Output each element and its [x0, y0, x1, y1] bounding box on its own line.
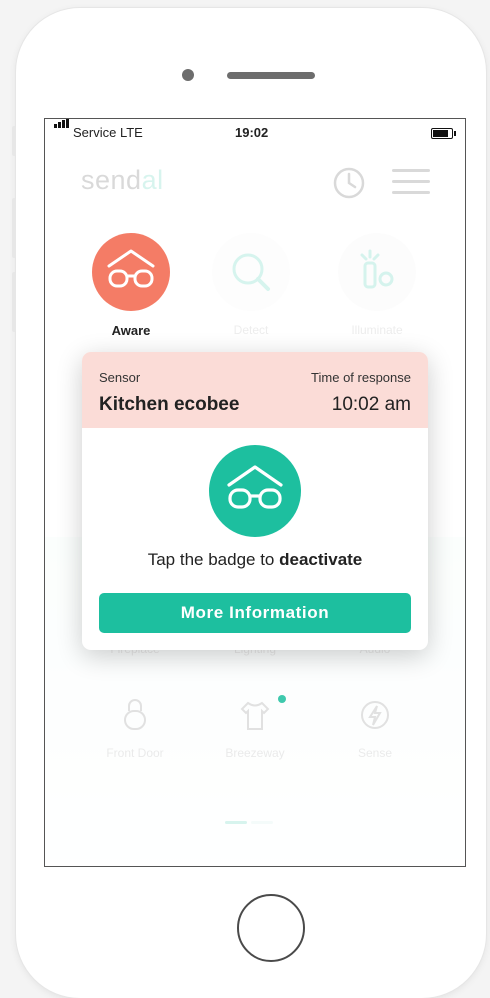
sensor-label: Sensor: [99, 370, 141, 385]
lights-icon: [360, 249, 394, 289]
more-information-button[interactable]: More Information: [99, 593, 411, 633]
page-indicator-active: [225, 821, 247, 824]
popup-header: Sensor Time of response Kitchen ecobee 1…: [82, 352, 428, 428]
home-button[interactable]: [237, 894, 305, 962]
front-camera: [182, 69, 194, 81]
earpiece-speaker: [227, 72, 315, 79]
magnifier-icon: [232, 253, 270, 291]
tile-sense[interactable]: Sense: [315, 697, 435, 760]
deactivate-word: deactivate: [279, 550, 363, 569]
tap-instruction: Tap the badge to deactivate: [147, 550, 363, 569]
sensor-name: Kitchen ecobee: [99, 394, 240, 415]
tile-breezeway[interactable]: Breezeway: [195, 697, 315, 760]
app-screen: Service LTE 19:02 sendal Fireplace Light…: [44, 118, 466, 867]
clock-history-icon[interactable]: [329, 163, 369, 203]
mode-aware[interactable]: Aware: [89, 233, 173, 338]
volume-down-button: [12, 272, 16, 332]
tile-front-door[interactable]: Front Door: [75, 697, 195, 760]
aware-badge[interactable]: [92, 233, 170, 311]
glasses-house-icon: [107, 249, 155, 288]
deactivate-badge[interactable]: [209, 445, 301, 537]
app-logo: sendal: [81, 165, 164, 195]
glasses-house-icon: [227, 465, 283, 509]
volume-up-button: [12, 198, 16, 258]
mode-label: Aware: [111, 323, 151, 338]
mode-detect[interactable]: Detect: [209, 233, 293, 337]
notification-dot: [278, 695, 286, 703]
response-time: 10:02 am: [331, 394, 411, 415]
time-of-response-label: Time of response: [311, 370, 411, 385]
tile-label: Breezeway: [225, 746, 285, 760]
carrier-label: Service LTE: [73, 125, 143, 140]
hamburger-menu-icon[interactable]: [392, 169, 430, 195]
tile-label: Front Door: [106, 746, 164, 760]
mute-switch: [12, 126, 16, 156]
status-bar: Service LTE 19:02: [45, 119, 465, 145]
mode-label: Detect: [233, 323, 269, 337]
tile-label: Sense: [357, 746, 393, 760]
lock-icon: [124, 699, 146, 730]
page-indicator: [251, 821, 273, 824]
mode-label: Illuminate: [351, 323, 403, 337]
mode-illuminate[interactable]: Illuminate: [335, 233, 419, 337]
clock: 19:02: [235, 125, 269, 140]
battery-icon: [431, 128, 456, 139]
sensor-alert-popup: Sensor Time of response Kitchen ecobee 1…: [82, 352, 428, 650]
shirt-icon: [240, 701, 270, 730]
bolt-icon: [361, 701, 389, 729]
